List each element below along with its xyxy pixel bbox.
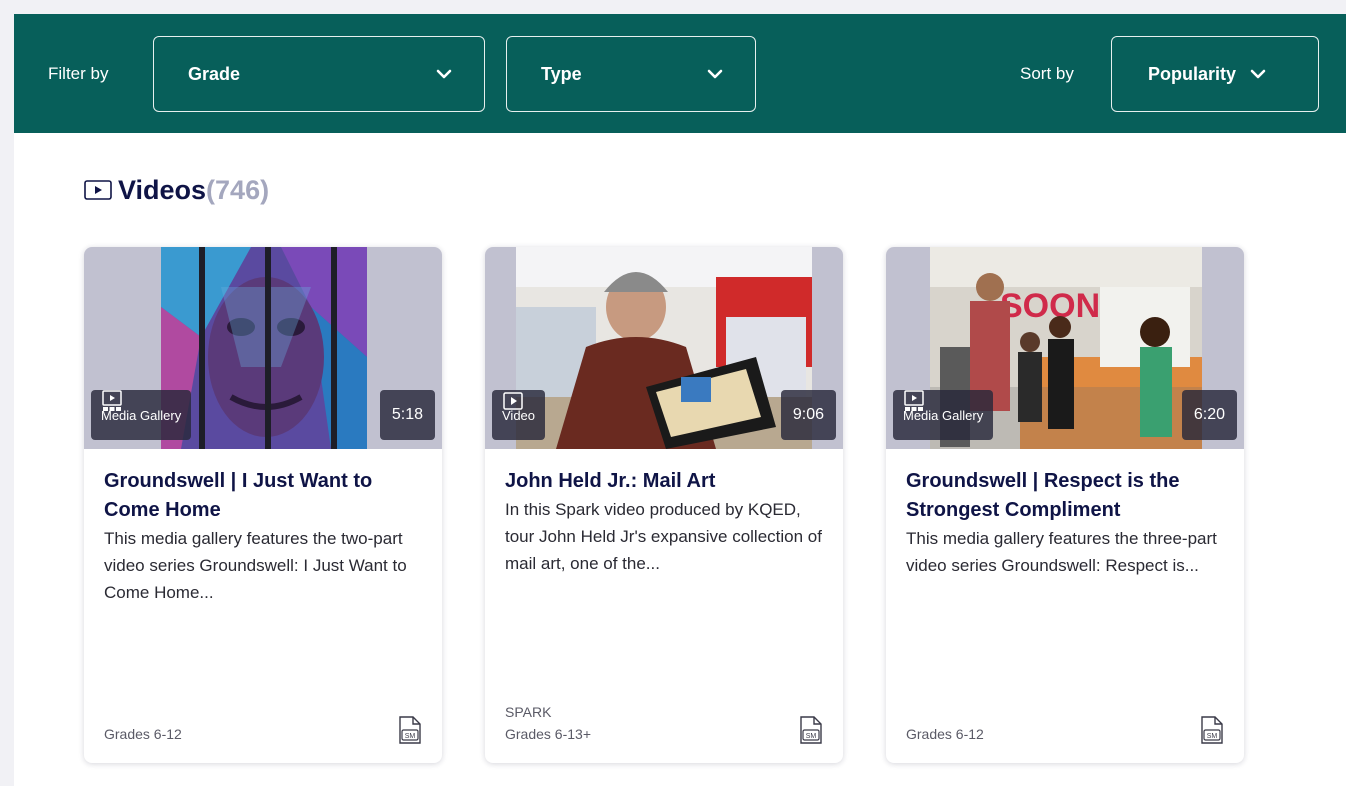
media-gallery-icon: [102, 390, 122, 411]
svg-text:SOON: SOON: [1000, 287, 1100, 325]
chevron-down-icon: [436, 69, 452, 79]
grade-range: Grades 6-12: [104, 726, 182, 742]
type-dropdown-label: Type: [541, 63, 582, 84]
card-description: This media gallery features the two-part…: [104, 529, 407, 602]
card-title[interactable]: John Held Jr.: Mail Art: [505, 467, 823, 496]
duration-badge: 9:06: [780, 390, 836, 440]
video-thumbnail[interactable]: SOON Media Gallery 6:20: [886, 247, 1244, 449]
video-card[interactable]: SOON Media Gallery 6:20 Groundswell | Re…: [886, 247, 1244, 763]
section-count: (746): [206, 174, 270, 205]
support-materials-icon: SM: [800, 716, 822, 744]
type-badge: Video: [492, 390, 546, 440]
video-card[interactable]: Video 9:06 John Held Jr.: Mail Art In th…: [485, 247, 843, 763]
svg-text:SM: SM: [806, 733, 817, 740]
type-dropdown[interactable]: Type: [506, 36, 756, 112]
support-materials-icon: SM: [399, 716, 421, 744]
support-materials-icon: SM: [1201, 716, 1223, 744]
content-panel: Filter by Grade Type Sort by Popularity …: [14, 14, 1346, 786]
thumbnail-image: [161, 247, 367, 449]
sort-dropdown-value: Popularity: [1148, 63, 1237, 84]
card-title[interactable]: Groundswell | I Just Want to Come Home: [104, 467, 422, 525]
card-body: Groundswell | I Just Want to Come Home T…: [104, 467, 422, 606]
grade-range: Grades 6-13+: [505, 726, 591, 742]
type-badge: Media Gallery: [893, 390, 994, 440]
svg-text:SM: SM: [405, 733, 416, 740]
video-icon: [84, 180, 112, 200]
sort-by-label: Sort by: [1020, 64, 1074, 83]
card-footer: Grades 6-12: [104, 723, 182, 745]
thumbnail-image: [516, 247, 812, 449]
video-card[interactable]: Media Gallery 5:18 Groundswell | I Just …: [84, 247, 442, 763]
grade-dropdown[interactable]: Grade: [153, 36, 485, 112]
card-description: In this Spark video produced by KQED, to…: [505, 500, 822, 573]
card-body: John Held Jr.: Mail Art In this Spark vi…: [505, 467, 823, 577]
video-thumbnail[interactable]: Media Gallery 5:18: [84, 247, 442, 449]
card-footer: Grades 6-12: [906, 723, 984, 745]
card-description: This media gallery features the three-pa…: [906, 529, 1217, 575]
filter-by-label: Filter by: [48, 64, 109, 83]
video-icon: [503, 392, 523, 410]
grade-dropdown-label: Grade: [188, 63, 241, 84]
source-label: SPARK: [505, 704, 552, 720]
filter-bar: Filter by Grade Type Sort by Popularity: [14, 14, 1346, 133]
duration-badge: 6:20: [1181, 390, 1237, 440]
duration-badge: 5:18: [379, 390, 435, 440]
sort-dropdown[interactable]: Popularity: [1111, 36, 1319, 112]
media-gallery-icon: [904, 390, 924, 411]
card-body: Groundswell | Respect is the Strongest C…: [906, 467, 1224, 579]
video-thumbnail[interactable]: Video 9:06: [485, 247, 843, 449]
svg-text:SM: SM: [1207, 733, 1218, 740]
type-badge: Media Gallery: [91, 390, 192, 440]
section-title: Videos: [118, 174, 207, 205]
grade-range: Grades 6-12: [906, 726, 984, 742]
chevron-down-icon: [1250, 69, 1266, 79]
card-title[interactable]: Groundswell | Respect is the Strongest C…: [906, 467, 1224, 525]
section-heading: Videos (746): [84, 170, 269, 210]
chevron-down-icon: [707, 69, 723, 79]
card-footer: SPARK Grades 6-13+: [505, 701, 591, 745]
